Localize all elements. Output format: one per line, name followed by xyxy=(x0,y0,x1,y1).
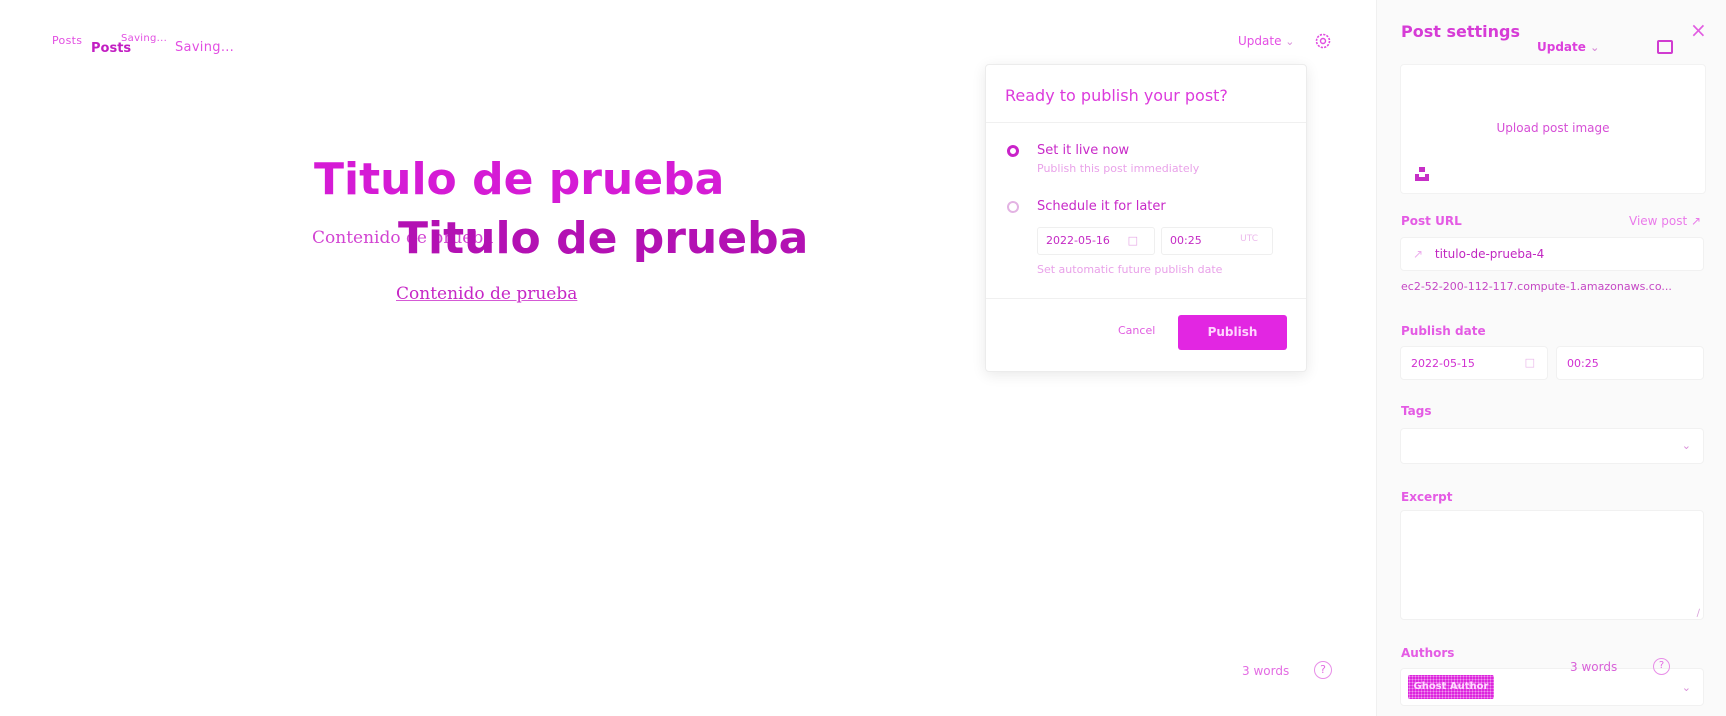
chevron-down-icon: ⌄ xyxy=(1285,35,1295,48)
sidebar-toggle-icon[interactable] xyxy=(1657,40,1673,54)
option-now-title: Set it live now xyxy=(1037,143,1130,158)
post-url-preview: ec2-52-200-112-117.compute-1.amazonaws.c… xyxy=(1401,280,1672,293)
calendar-icon: □ xyxy=(1127,234,1138,247)
post-settings-sidebar: Post settings Update ⌄ × Upload post ima… xyxy=(1376,0,1726,716)
cancel-button[interactable]: Cancel xyxy=(1118,324,1155,337)
time-suffix: UTC xyxy=(1240,234,1258,244)
chevron-down-icon: ⌄ xyxy=(1681,439,1691,452)
publish-button[interactable]: Publish xyxy=(1178,315,1287,350)
upload-post-image-label: Upload post image xyxy=(1496,121,1610,135)
publish-time-input[interactable]: 00:25 xyxy=(1556,346,1704,380)
help-icon[interactable]: ? xyxy=(1653,658,1670,675)
author-chip[interactable]: Ghost Author xyxy=(1408,675,1494,699)
unsplash-icon[interactable] xyxy=(1415,166,1429,181)
link-icon: ↗ xyxy=(1413,247,1424,261)
schedule-time-value: 00:25 xyxy=(1170,234,1202,247)
word-count: 3 words xyxy=(1242,664,1290,678)
update-label: Update xyxy=(1238,34,1282,48)
sidebar-update-button[interactable]: Update ⌄ xyxy=(1537,40,1599,54)
publish-date-input[interactable]: 2022-05-15 □ xyxy=(1400,346,1548,380)
post-url-slug: titulo-de-prueba-4 xyxy=(1434,247,1545,261)
publish-date-label: Publish date xyxy=(1401,324,1486,338)
tags-select[interactable]: ⌄ xyxy=(1400,428,1704,464)
sidebar-word-count: 3 words xyxy=(1570,660,1618,674)
sidebar-title: Post settings xyxy=(1401,22,1520,41)
post-content-editor[interactable]: Contenido de prueba xyxy=(396,284,577,304)
option-now-subtitle: Publish this post immediately xyxy=(1037,162,1200,175)
excerpt-label: Excerpt xyxy=(1401,490,1453,504)
authors-label: Authors xyxy=(1401,646,1455,660)
resize-handle-icon[interactable]: ∕ xyxy=(1697,608,1700,619)
update-dropdown-button[interactable]: Update ⌄ xyxy=(1238,34,1295,48)
radio-set-live-now[interactable] xyxy=(1007,145,1019,157)
publish-time-value: 00:25 xyxy=(1567,357,1599,370)
post-url-label: Post URL xyxy=(1401,214,1462,228)
divider xyxy=(986,298,1306,299)
popup-title: Ready to publish your post? xyxy=(1005,86,1228,105)
view-post-link[interactable]: View post ↗ xyxy=(1629,214,1701,228)
post-title-input[interactable]: Titulo de prueba xyxy=(398,217,808,261)
excerpt-textarea[interactable]: ∕ xyxy=(1400,510,1704,620)
publish-popup: Ready to publish your post? Set it live … xyxy=(985,64,1307,372)
view-post-label: View post xyxy=(1629,214,1688,228)
gear-icon[interactable] xyxy=(1314,32,1332,50)
schedule-date-input[interactable]: 2022-05-16 □ xyxy=(1037,227,1155,255)
publish-date-value: 2022-05-15 xyxy=(1411,357,1475,370)
radio-schedule-later[interactable] xyxy=(1007,201,1019,213)
calendar-icon: □ xyxy=(1524,356,1535,369)
schedule-hint: Set automatic future publish date xyxy=(1037,263,1223,276)
breadcrumb-ghost: Posts xyxy=(52,34,83,47)
option-later-title: Schedule it for later xyxy=(1037,199,1166,214)
schedule-date-value: 2022-05-16 xyxy=(1046,234,1110,247)
chevron-down-icon: ⌄ xyxy=(1590,41,1600,54)
close-icon[interactable]: × xyxy=(1690,18,1707,42)
post-title-ghost: Titulo de prueba xyxy=(314,154,725,205)
schedule-time-input[interactable]: 00:25 UTC xyxy=(1161,227,1273,255)
post-image-uploader[interactable]: Upload post image xyxy=(1400,64,1706,194)
chevron-down-icon: ⌄ xyxy=(1681,681,1691,694)
tags-label: Tags xyxy=(1401,404,1432,418)
question-circle-icon[interactable]: ? xyxy=(1314,661,1332,679)
external-link-icon: ↗ xyxy=(1691,214,1702,228)
saving-indicator: Saving... xyxy=(175,40,235,55)
sidebar-update-label: Update xyxy=(1537,40,1586,54)
post-url-input[interactable]: ↗ titulo-de-prueba-4 xyxy=(1400,237,1704,271)
saving-indicator-ghost: Saving... xyxy=(121,33,168,44)
divider xyxy=(986,122,1306,123)
